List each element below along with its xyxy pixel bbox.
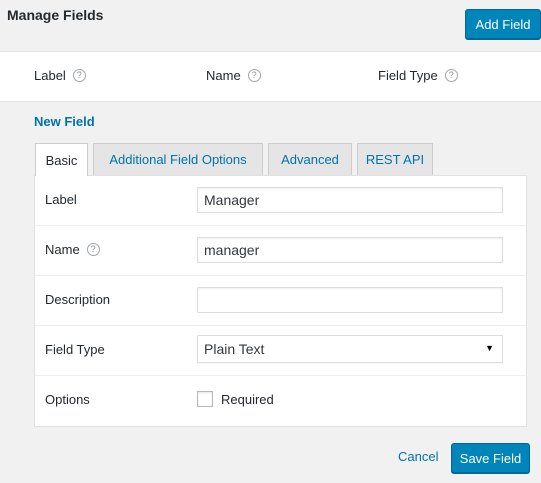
column-field-type-text: Field Type (378, 68, 438, 83)
required-checkbox[interactable] (197, 391, 213, 407)
tab-additional-field-options[interactable]: Additional Field Options (93, 143, 263, 175)
required-checkbox-label[interactable]: Required (221, 392, 274, 407)
label-row: Label (35, 176, 526, 226)
column-label[interactable]: Label ? (34, 68, 86, 83)
description-field-label: Description (45, 292, 111, 307)
new-field-link[interactable]: New Field (34, 114, 95, 129)
field-type-select[interactable]: Plain Text ▼ (197, 335, 503, 363)
label-input[interactable] (197, 187, 503, 213)
basic-tab-panel: Label Name ? Description Field Type Plai… (34, 175, 527, 427)
name-input[interactable] (197, 237, 503, 263)
chevron-down-icon: ▼ (485, 343, 494, 353)
tab-rest-api[interactable]: REST API (357, 143, 433, 175)
page-title: Manage Fields (7, 7, 104, 23)
tab-basic[interactable]: Basic (35, 143, 88, 176)
label-field-label: Label (45, 192, 77, 207)
column-name[interactable]: Name ? (206, 68, 261, 83)
help-icon[interactable]: ? (247, 69, 261, 82)
help-icon[interactable]: ? (444, 69, 458, 82)
name-field-label: Name ? (45, 242, 100, 257)
help-icon[interactable]: ? (72, 69, 86, 82)
name-field-label-text: Name (45, 242, 80, 257)
tab-advanced[interactable]: Advanced (268, 143, 352, 175)
column-label-text: Label (34, 68, 66, 83)
name-row: Name ? (35, 226, 526, 276)
field-type-field-label: Field Type (45, 342, 105, 357)
column-name-text: Name (206, 68, 241, 83)
description-row: Description (35, 276, 526, 326)
add-field-button[interactable]: Add Field (465, 9, 541, 39)
options-field-label: Options (45, 392, 90, 407)
description-input[interactable] (197, 287, 503, 313)
field-type-selected: Plain Text (204, 341, 265, 357)
help-icon[interactable]: ? (86, 243, 100, 256)
options-row: Options Required (35, 376, 526, 426)
save-field-button[interactable]: Save Field (451, 443, 530, 473)
fields-table-header: Label ? Name ? Field Type ? (0, 51, 541, 102)
column-field-type[interactable]: Field Type ? (378, 68, 458, 83)
cancel-link[interactable]: Cancel (398, 449, 438, 464)
field-type-row: Field Type Plain Text ▼ (35, 326, 526, 376)
